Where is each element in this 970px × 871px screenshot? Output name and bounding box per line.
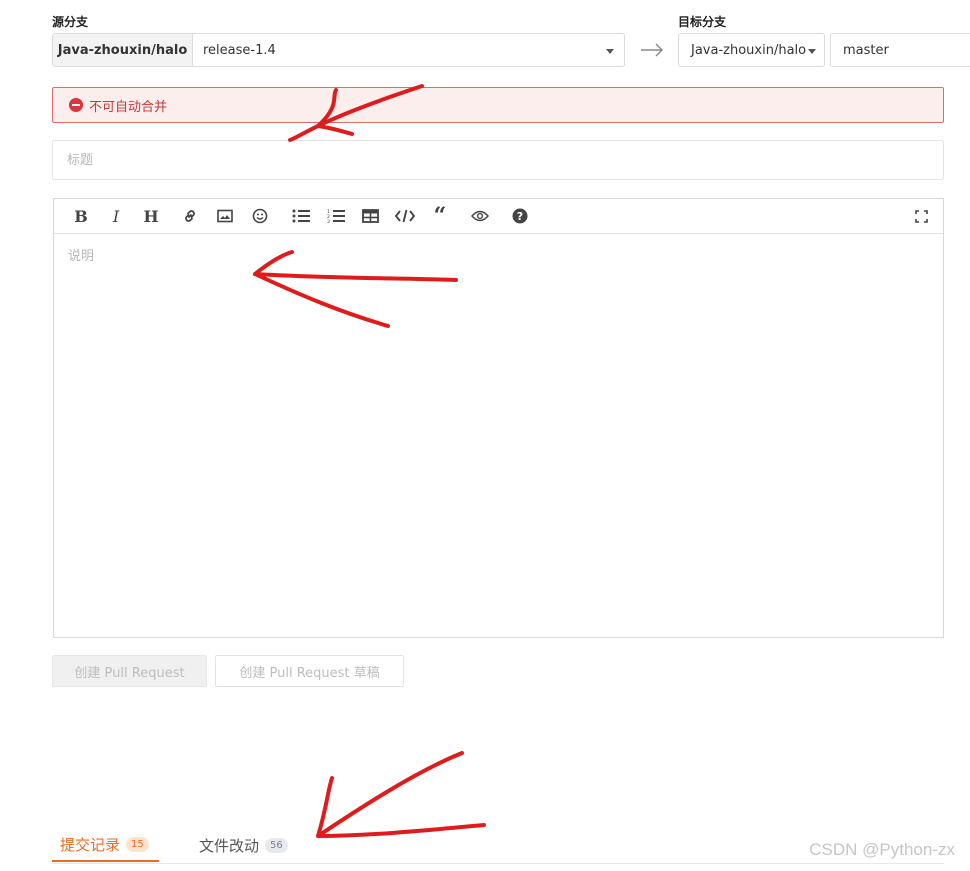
preview-icon[interactable] [468, 205, 492, 227]
target-repo-dropdown[interactable]: Java-zhouxin/halo [678, 33, 825, 67]
fullscreen-icon[interactable] [909, 205, 933, 227]
annotation-arrow-3 [316, 751, 486, 838]
chevron-down-icon [606, 49, 614, 54]
target-repo-value: Java-zhouxin/halo [691, 42, 807, 58]
svg-text:3: 3 [327, 219, 330, 223]
target-branch-label: 目标分支 [678, 15, 727, 29]
emoji-icon[interactable] [248, 205, 272, 227]
quote-icon[interactable]: “ [428, 203, 452, 229]
source-repo[interactable]: Java-zhouxin/halo [53, 34, 193, 66]
source-branch-dropdown[interactable]: release-1.4 [193, 34, 624, 66]
title-input[interactable] [52, 140, 944, 180]
watermark: CSDN @Python-zx [809, 840, 955, 859]
source-branch-selector[interactable]: Java-zhouxin/halo release-1.4 [52, 33, 625, 67]
code-icon[interactable] [393, 205, 417, 227]
description-textarea[interactable] [54, 234, 943, 637]
tab-files-label: 文件改动 [199, 836, 260, 855]
heading-icon[interactable]: H [139, 205, 163, 227]
chevron-down-icon [808, 49, 816, 54]
arrow-right-icon [641, 43, 663, 57]
merge-conflict-alert: 不可自动合并 [52, 87, 944, 123]
tab-commits-count: 15 [126, 836, 149, 852]
help-icon[interactable]: ? [508, 205, 532, 227]
bullet-list-icon[interactable] [289, 205, 313, 227]
target-branch-dropdown[interactable]: master [830, 33, 970, 67]
tabs-divider [52, 863, 944, 864]
link-icon[interactable] [178, 205, 202, 227]
markdown-editor: B I H 123 “ ? [53, 198, 944, 638]
minus-circle-icon [69, 98, 83, 112]
numbered-list-icon[interactable]: 123 [324, 205, 348, 227]
svg-text:?: ? [517, 210, 523, 223]
editor-toolbar: B I H 123 “ ? [54, 199, 943, 234]
italic-icon[interactable]: I [104, 205, 128, 227]
target-branch-value: master [843, 42, 889, 58]
bold-icon[interactable]: B [69, 205, 93, 227]
alert-text: 不可自动合并 [89, 99, 168, 115]
image-icon[interactable] [213, 205, 237, 227]
tab-files-changed[interactable]: 文件改动 56 [199, 828, 288, 862]
tab-commits-label: 提交记录 [60, 835, 121, 854]
table-icon[interactable] [358, 205, 382, 227]
tab-commits[interactable]: 提交记录 15 [52, 828, 159, 862]
create-draft-pull-request-button[interactable]: 创建 Pull Request 草稿 [215, 655, 404, 687]
create-pull-request-button[interactable]: 创建 Pull Request [52, 655, 207, 687]
source-branch-label: 源分支 [52, 15, 89, 29]
source-branch-value: release-1.4 [203, 42, 276, 58]
tab-files-count: 56 [265, 837, 288, 853]
